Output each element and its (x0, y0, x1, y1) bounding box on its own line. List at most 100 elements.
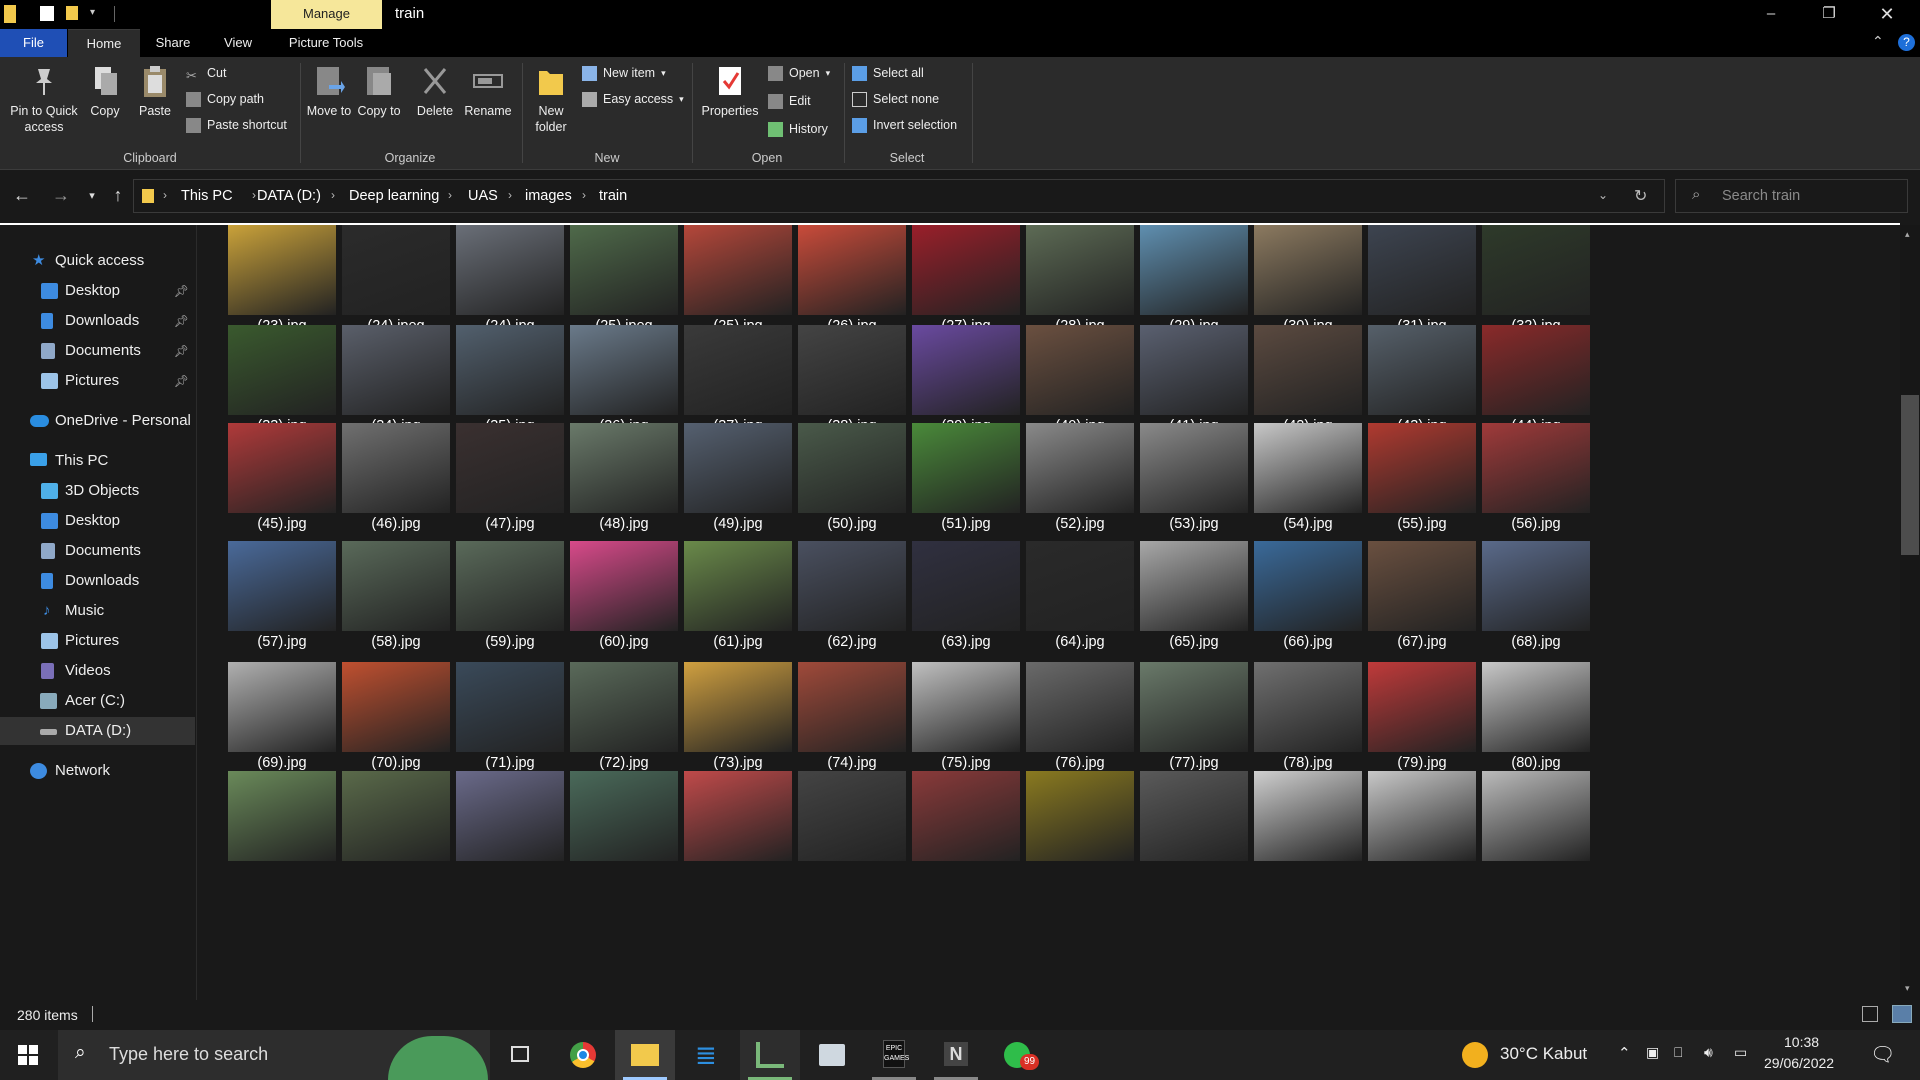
breadcrumb-this-pc[interactable]: This PC (181, 188, 233, 204)
file-item[interactable]: (58).jpg (342, 541, 450, 651)
select-none-button[interactable]: Select none (852, 89, 939, 109)
forward-icon[interactable]: → (49, 185, 73, 206)
pin-to-quick-access-button[interactable]: Pin to Quick access (4, 63, 84, 135)
breadcrumb-data-d[interactable]: DATA (D:) (257, 188, 321, 204)
nav-qa-documents[interactable]: Documents 📌︎ (0, 337, 195, 365)
recent-locations-icon[interactable]: ▾ (80, 189, 104, 202)
file-item[interactable]: (45).jpg (228, 423, 336, 533)
address-bar[interactable]: › This PC › DATA (D:) › Deep learning › … (133, 179, 1665, 213)
taskbar-search[interactable]: ⌕ Type here to search (58, 1030, 490, 1080)
file-item-partial[interactable] (798, 771, 906, 881)
file-item-partial[interactable] (1140, 771, 1248, 881)
dropdown-icon[interactable]: ▾ (90, 7, 106, 25)
details-view-icon[interactable] (1862, 1006, 1878, 1022)
file-item[interactable]: (25).jpg (684, 225, 792, 335)
copy-path-button[interactable]: Copy path (186, 89, 264, 109)
paste-shortcut-button[interactable]: Paste shortcut (186, 115, 287, 135)
clock-date[interactable]: 29/06/2022 (1764, 1055, 1834, 1071)
nav-qa-downloads[interactable]: Downloads 📌︎ (0, 307, 195, 335)
file-item-partial[interactable] (912, 771, 1020, 881)
file-item[interactable]: (33).jpg (228, 325, 336, 435)
properties-button[interactable]: Properties (696, 63, 764, 119)
nav-pc-data-d[interactable]: DATA (D:) (0, 717, 195, 745)
file-item[interactable]: (80).jpg (1482, 662, 1590, 772)
manage-tab[interactable]: Manage (271, 0, 382, 29)
file-item[interactable]: (79).jpg (1368, 662, 1476, 772)
file-item[interactable]: (64).jpg (1026, 541, 1134, 651)
nav-pc-pictures[interactable]: Pictures (0, 627, 195, 655)
file-item[interactable]: (55).jpg (1368, 423, 1476, 533)
nav-quick-access[interactable]: ★ Quick access (0, 247, 195, 275)
cut-button[interactable]: ✂ Cut (186, 63, 226, 83)
file-item[interactable]: (68).jpg (1482, 541, 1590, 651)
file-item[interactable]: (25).jpeg (570, 225, 678, 335)
large-icons-view-icon[interactable] (1892, 1005, 1912, 1023)
file-item[interactable]: (57).jpg (228, 541, 336, 651)
file-item[interactable]: (28).jpg (1026, 225, 1134, 335)
new-item-button[interactable]: New item ▾ (582, 63, 666, 83)
file-item[interactable]: (49).jpg (684, 423, 792, 533)
nav-pc-videos[interactable]: Videos (0, 657, 195, 685)
address-dropdown-icon[interactable]: ⌄ (1598, 188, 1608, 202)
move-to-button[interactable]: Move to (306, 63, 352, 119)
nav-network[interactable]: Network (0, 757, 195, 785)
file-item[interactable]: (69).jpg (228, 662, 336, 772)
file-item-partial[interactable] (1482, 771, 1590, 881)
restore-icon[interactable]: ❐ (1800, 0, 1858, 29)
file-item[interactable]: (32).jpg (1482, 225, 1590, 335)
file-item[interactable]: (62).jpg (798, 541, 906, 651)
properties-icon[interactable] (40, 6, 54, 21)
search-input[interactable] (1722, 186, 1902, 206)
network-icon[interactable]: ⎕ (1674, 1044, 1682, 1061)
file-item[interactable]: (26).jpg (798, 225, 906, 335)
weather-icon[interactable] (1462, 1042, 1488, 1068)
epic-games-icon[interactable]: EPIC GAMES (864, 1030, 924, 1080)
weather-text[interactable]: 30°C Kabut (1500, 1044, 1587, 1064)
file-item[interactable]: (70).jpg (342, 662, 450, 772)
history-button[interactable]: History (768, 119, 828, 139)
file-item[interactable]: (41).jpg (1140, 325, 1248, 435)
nav-pc-music[interactable]: ♪ Music (0, 597, 195, 625)
file-item[interactable]: (42).jpg (1254, 325, 1362, 435)
close-icon[interactable]: ✕ (1858, 0, 1916, 29)
nav-pc-documents[interactable]: Documents (0, 537, 195, 565)
file-item[interactable]: (78).jpg (1254, 662, 1362, 772)
nav-this-pc[interactable]: This PC (0, 447, 195, 475)
file-item[interactable]: (63).jpg (912, 541, 1020, 651)
file-item[interactable]: (39).jpg (912, 325, 1020, 435)
tab-view[interactable]: View (212, 29, 264, 57)
tab-share[interactable]: Share (146, 29, 200, 57)
file-item[interactable]: (34).jpg (342, 325, 450, 435)
file-item[interactable]: (35).jpg (456, 325, 564, 435)
invert-selection-button[interactable]: Invert selection (852, 115, 957, 135)
file-item[interactable]: (43).jpg (1368, 325, 1476, 435)
nav-qa-desktop[interactable]: Desktop 📌︎ (0, 277, 195, 305)
file-item[interactable]: (77).jpg (1140, 662, 1248, 772)
breadcrumb-deep-learning[interactable]: Deep learning (349, 188, 439, 204)
new-folder-button[interactable]: New folder (528, 63, 574, 135)
show-hidden-icons-icon[interactable]: ⌃ (1618, 1044, 1631, 1062)
file-item[interactable]: (44).jpg (1482, 325, 1590, 435)
file-item-partial[interactable] (1026, 771, 1134, 881)
whatsapp-icon[interactable]: 99 (988, 1030, 1048, 1080)
nav-pc-downloads[interactable]: Downloads (0, 567, 195, 595)
jupyter-icon[interactable] (740, 1030, 800, 1080)
delete-button[interactable]: Delete (412, 63, 458, 119)
file-item-partial[interactable] (456, 771, 564, 881)
file-item[interactable]: (38).jpg (798, 325, 906, 435)
file-item[interactable]: (37).jpg (684, 325, 792, 435)
chrome-icon[interactable] (553, 1030, 613, 1080)
clock-time[interactable]: 10:38 (1784, 1034, 1819, 1050)
file-item[interactable]: (75).jpg (912, 662, 1020, 772)
back-icon[interactable]: ← (10, 185, 34, 206)
up-icon[interactable]: ↑ (106, 185, 130, 206)
breadcrumb-train[interactable]: train (599, 188, 627, 204)
easy-access-button[interactable]: Easy access ▾ (582, 89, 684, 109)
refresh-icon[interactable]: ↻ (1634, 186, 1647, 206)
file-item[interactable]: (65).jpg (1140, 541, 1248, 651)
file-item[interactable]: (59).jpg (456, 541, 564, 651)
nav-qa-pictures[interactable]: Pictures 📌︎ (0, 367, 195, 395)
file-item[interactable]: (51).jpg (912, 423, 1020, 533)
file-item[interactable]: (66).jpg (1254, 541, 1362, 651)
minimize-icon[interactable]: – (1742, 0, 1800, 29)
